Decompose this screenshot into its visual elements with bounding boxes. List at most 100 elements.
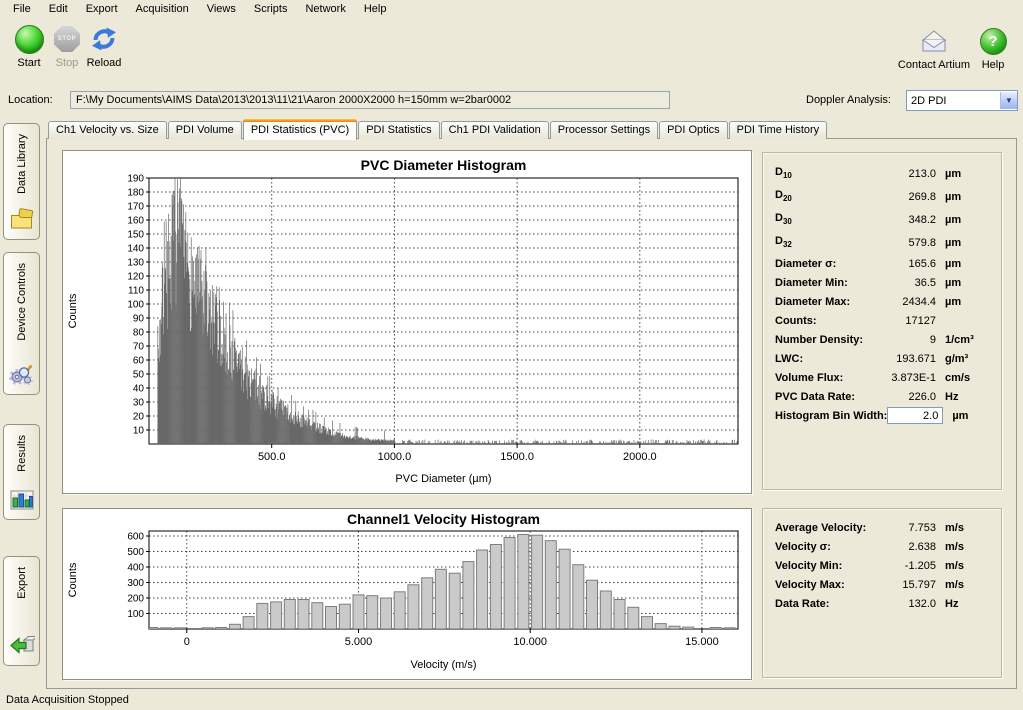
svg-text:Channel1 Velocity Histogram: Channel1 Velocity Histogram	[347, 511, 540, 527]
stat-unit: Hz	[945, 391, 989, 403]
svg-text:2000.0: 2000.0	[623, 451, 657, 463]
stat-value: 193.671	[896, 353, 936, 365]
doppler-analysis-select[interactable]: 2D PDI ▼	[906, 90, 1018, 111]
stat-unit: µm	[945, 214, 989, 226]
histogram-bin-width-input[interactable]	[887, 407, 943, 424]
menu-item-scripts[interactable]: Scripts	[245, 1, 297, 18]
location-input[interactable]: F:\My Documents\AIMS Data\2013\2013\11\2…	[70, 91, 670, 109]
stat-row: Counts: 17127	[775, 311, 989, 330]
svg-text:190: 190	[127, 174, 144, 185]
stat-label: D20	[775, 189, 792, 203]
stat-unit: m/s	[945, 560, 989, 572]
help-button[interactable]: ? Help	[976, 26, 1010, 71]
tab-ch1-velocity-vs-size[interactable]: Ch1 Velocity vs. Size	[48, 121, 167, 139]
stat-row: D20269.8µm	[775, 185, 989, 208]
stat-value: 17127	[905, 315, 936, 327]
menu-item-edit[interactable]: Edit	[40, 1, 77, 18]
svg-text:500.0: 500.0	[258, 451, 286, 463]
svg-text:60: 60	[133, 356, 145, 367]
stat-row: Diameter Max:2434.4µm	[775, 292, 989, 311]
stat-label: Data Rate:	[775, 598, 829, 610]
menu-item-network[interactable]: Network	[296, 1, 354, 18]
stat-label: Diameter Max:	[775, 296, 850, 308]
svg-text:90: 90	[133, 314, 145, 325]
svg-text:120: 120	[127, 272, 144, 283]
stat-label: Number Density:	[775, 334, 863, 346]
svg-text:20: 20	[133, 412, 145, 423]
svg-text:170: 170	[127, 202, 144, 213]
help-icon: ?	[980, 28, 1007, 55]
svg-text:40: 40	[133, 384, 145, 395]
location-label: Location:	[8, 94, 53, 106]
help-button-label: Help	[976, 59, 1010, 71]
reload-button[interactable]: Reload	[84, 24, 124, 69]
tab-processor-settings[interactable]: Processor Settings	[550, 121, 658, 139]
stat-label: Counts:	[775, 315, 817, 327]
chevron-down-icon[interactable]: ▼	[1000, 92, 1017, 109]
histogram-bin-width-row: Histogram Bin Width:µm	[775, 406, 989, 425]
stat-row: Number Density:91/cm³	[775, 330, 989, 349]
stat-unit: g/m³	[945, 353, 989, 365]
tab-pdi-optics[interactable]: PDI Optics	[659, 121, 728, 139]
stat-unit: m/s	[945, 522, 989, 534]
svg-text:130: 130	[127, 258, 144, 269]
svg-text:80: 80	[133, 328, 145, 339]
stat-unit: Hz	[945, 598, 989, 610]
sidebar-item-export[interactable]: Export	[3, 556, 40, 666]
stat-label: Diameter σ:	[775, 258, 836, 270]
reload-button-label: Reload	[84, 57, 124, 69]
stat-value: 3.873E-1	[891, 372, 936, 384]
stat-row: Average Velocity:7.753m/s	[775, 518, 989, 537]
tab-ch1-pdi-validation[interactable]: Ch1 PDI Validation	[441, 121, 549, 139]
svg-text:5.000: 5.000	[345, 636, 373, 648]
svg-text:500: 500	[127, 547, 144, 558]
sidebar-item-results[interactable]: Results	[3, 424, 40, 520]
stat-row: D32579.8µm	[775, 231, 989, 254]
tab-pdi-time-history[interactable]: PDI Time History	[729, 121, 828, 139]
velocity-histogram-chart: 10020030040050060005.00010.00015.000Chan…	[63, 509, 751, 679]
stat-value: 579.8	[908, 237, 936, 249]
menu-item-views[interactable]: Views	[198, 1, 245, 18]
svg-text:Counts: Counts	[67, 562, 79, 597]
menu-item-export[interactable]: Export	[77, 1, 127, 18]
contact-artium-button[interactable]: Contact Artium	[894, 26, 974, 71]
svg-text:180: 180	[127, 188, 144, 199]
sidebar-item-label: Device Controls	[16, 263, 28, 341]
svg-text:PVC Diameter Histogram: PVC Diameter Histogram	[361, 157, 527, 173]
stat-row: D30348.2µm	[775, 208, 989, 231]
stat-unit: cm/s	[945, 372, 989, 384]
svg-text:100: 100	[127, 609, 144, 620]
svg-text:150: 150	[127, 230, 144, 241]
menu-item-file[interactable]: File	[4, 1, 40, 18]
stat-row: LWC:193.671g/m³	[775, 349, 989, 368]
sidebar-item-label: Export	[16, 567, 28, 599]
stop-button[interactable]: STOP Stop	[50, 24, 84, 69]
stat-unit: m/s	[945, 579, 989, 591]
start-button[interactable]: Start	[10, 24, 48, 69]
stat-unit: µm	[945, 296, 989, 308]
stat-value: 165.6	[908, 258, 936, 270]
tab-pdi-statistics-pvc[interactable]: PDI Statistics (PVC)	[243, 119, 357, 140]
sidebar-item-device-controls[interactable]: Device Controls	[3, 252, 40, 395]
stat-unit: m/s	[945, 541, 989, 553]
svg-text:10: 10	[133, 426, 145, 437]
start-button-label: Start	[10, 57, 48, 69]
sidebar-item-label: Results	[16, 435, 28, 472]
mail-icon	[894, 26, 974, 56]
svg-text:1000.0: 1000.0	[378, 451, 412, 463]
menu-item-help[interactable]: Help	[355, 1, 396, 18]
svg-text:Velocity (m/s): Velocity (m/s)	[410, 659, 476, 671]
svg-text:160: 160	[127, 216, 144, 227]
gear-search-icon	[9, 361, 35, 388]
stat-label: D10	[775, 166, 792, 180]
stop-icon: STOP	[54, 26, 80, 52]
tab-pdi-statistics[interactable]: PDI Statistics	[358, 121, 439, 139]
stat-unit: 1/cm³	[945, 334, 989, 346]
sidebar-item-data-library[interactable]: Data Library	[3, 123, 40, 240]
menu-item-acquisition[interactable]: Acquisition	[127, 1, 198, 18]
menu-bar: FileEditExportAcquisitionViewsScriptsNet…	[0, 0, 1023, 19]
svg-text:100: 100	[127, 300, 144, 311]
stat-label: D32	[775, 235, 792, 249]
tab-pdi-volume[interactable]: PDI Volume	[168, 121, 242, 139]
start-icon	[15, 25, 44, 54]
